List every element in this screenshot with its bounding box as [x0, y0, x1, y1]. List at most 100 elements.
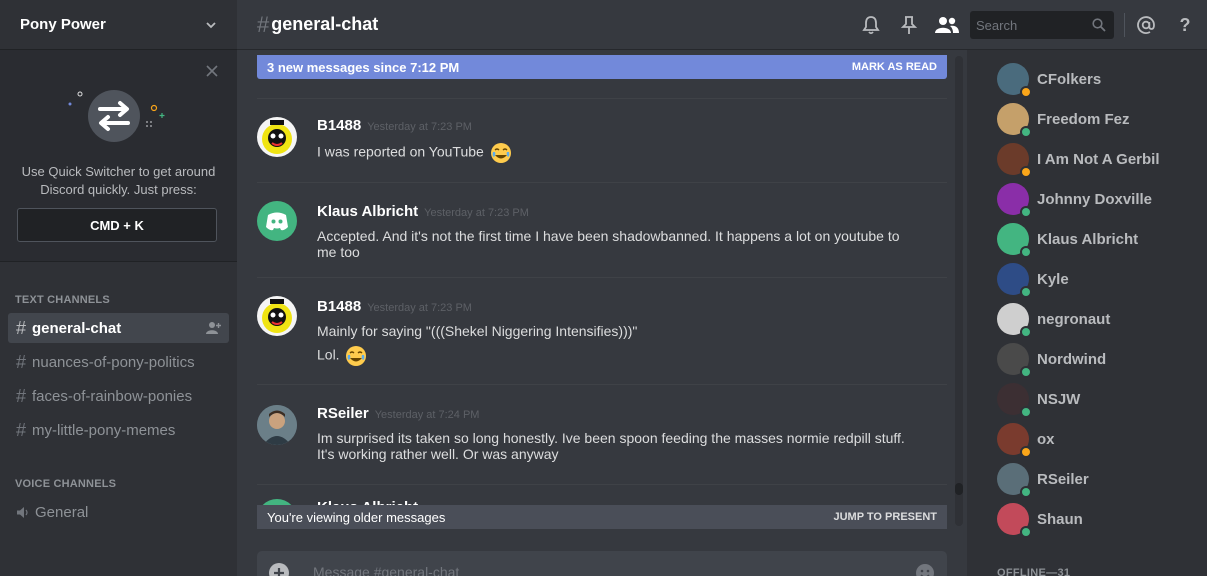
hash-icon: # — [16, 419, 27, 440]
voice-channels-category[interactable]: Voice Channels — [0, 478, 116, 490]
channel-faces-of-rainbow-ponies[interactable]: # faces-of-rainbow-ponies — [8, 381, 229, 411]
member-avatar — [997, 223, 1032, 258]
member-name: RSeiler — [1037, 470, 1089, 488]
member-avatar — [997, 383, 1032, 418]
member-name: Freedom Fez — [1037, 110, 1130, 128]
channel-my-little-pony-memes[interactable]: # my-little-pony-memes — [8, 415, 229, 445]
member-list: CFolkers Freedom Fez I Am Not A Gerbil John… — [967, 50, 1207, 576]
scrollbar-thumb[interactable] — [955, 483, 963, 495]
mark-as-read-button[interactable]: MARK AS READ — [852, 61, 937, 73]
message-timestamp: Yesterday at 7:24 PM — [374, 409, 480, 421]
channel-name: general-chat — [32, 319, 122, 337]
create-invite-icon[interactable] — [206, 321, 221, 335]
message-text: Im surprised its taken so long honestly.… — [317, 430, 905, 446]
member-item[interactable]: NSJW — [997, 379, 1197, 419]
member-item[interactable]: negronaut — [997, 299, 1197, 339]
online-status-icon — [1020, 286, 1032, 298]
messages-area: 3 new messages since 7:12 PM MARK AS REA… — [237, 0, 967, 576]
member-name: I Am Not A Gerbil — [1037, 150, 1160, 168]
message-author[interactable]: B1488 — [317, 298, 361, 315]
header-divider — [1124, 13, 1125, 37]
idle-status-icon — [1020, 86, 1032, 98]
message-input[interactable] — [313, 564, 893, 576]
message-author[interactable]: B1488 — [317, 117, 361, 134]
emoji-picker-icon[interactable] — [915, 563, 935, 576]
member-item[interactable]: Nordwind — [997, 339, 1197, 379]
member-name: Kyle — [1037, 270, 1069, 288]
channel-general-chat[interactable]: # general-chat — [8, 313, 229, 343]
member-item[interactable]: Kyle — [997, 259, 1197, 299]
message-timestamp: Yesterday at 7:23 PM — [424, 207, 529, 219]
hash-icon: # — [257, 11, 270, 37]
voice-channel-general[interactable]: General — [8, 497, 229, 527]
b1488-avatar-icon — [257, 117, 297, 157]
avatar[interactable] — [257, 201, 297, 241]
members-icon[interactable] — [934, 15, 960, 35]
idle-status-icon — [1020, 446, 1032, 458]
search-input[interactable] — [976, 17, 1086, 33]
member-avatar — [997, 263, 1032, 298]
online-status-icon — [1020, 126, 1032, 138]
offline-category: OFFLINE—31 — [997, 567, 1071, 576]
member-avatar — [997, 343, 1032, 378]
quick-switcher-shortcut-button[interactable]: CMD + K — [17, 208, 217, 242]
message: B1488 Yesterday at 7:23 PM Mainly for say… — [257, 277, 947, 384]
message-text: me too — [317, 244, 360, 260]
member-name: ox — [1037, 430, 1055, 448]
member-item[interactable]: I Am Not A Gerbil — [997, 139, 1197, 179]
message: RSeiler Yesterday at 7:24 PM Im surprised… — [257, 384, 947, 484]
new-messages-text: 3 new messages since 7:12 PM — [267, 59, 460, 75]
channel-name: my-little-pony-memes — [32, 421, 176, 439]
message-text: Lol. — [317, 346, 340, 363]
member-item[interactable]: Freedom Fez — [997, 99, 1197, 139]
message: B1488 Yesterday at 7:23 PM I was reported… — [257, 98, 947, 182]
message-timestamp: Yesterday at 7:23 PM — [367, 121, 472, 133]
member-item[interactable]: Klaus Albricht — [997, 219, 1197, 259]
channel-name: nuances-of-pony-politics — [32, 353, 195, 371]
server-header[interactable]: Pony Power — [0, 0, 237, 50]
message-author[interactable]: Klaus Albricht — [317, 203, 418, 220]
scrollbar-track[interactable] — [955, 56, 963, 526]
member-name: NSJW — [1037, 390, 1081, 408]
older-messages-bar[interactable]: You're viewing older messages JUMP TO PR… — [257, 505, 947, 529]
member-avatar — [997, 463, 1032, 498]
channel-nuances-of-pony-politics[interactable]: # nuances-of-pony-politics — [8, 347, 229, 377]
message-text: It's working rather well. Or was anyway — [317, 446, 559, 462]
avatar[interactable] — [257, 405, 297, 445]
member-name: Klaus Albricht — [1037, 230, 1139, 248]
pin-icon[interactable] — [899, 15, 919, 35]
message-composer — [257, 551, 947, 576]
chevron-down-icon — [206, 21, 216, 28]
jump-to-present-button[interactable]: JUMP TO PRESENT — [833, 511, 937, 523]
channel-sidebar: Pony Power Use Quick Switcher to get aro… — [0, 0, 237, 576]
older-messages-text: You're viewing older messages — [267, 509, 446, 525]
online-status-icon — [1020, 326, 1032, 338]
discord-logo-icon — [266, 212, 288, 231]
hash-icon: # — [16, 385, 27, 406]
close-icon[interactable] — [205, 64, 219, 78]
member-item[interactable]: CFolkers — [997, 59, 1197, 99]
help-icon[interactable]: ? — [1175, 15, 1195, 35]
new-messages-bar[interactable]: 3 new messages since 7:12 PM MARK AS REA… — [257, 55, 947, 79]
online-status-icon — [1020, 526, 1032, 538]
member-item[interactable]: Shaun — [997, 499, 1197, 539]
avatar[interactable] — [257, 117, 297, 157]
search-box[interactable] — [970, 11, 1114, 39]
member-name: Johnny Doxville — [1037, 190, 1153, 208]
quick-switcher-text: Use Quick Switcher to get around Discord… — [21, 164, 216, 197]
member-name: Nordwind — [1037, 350, 1107, 368]
upload-plus-icon[interactable] — [269, 563, 289, 576]
bell-icon[interactable] — [861, 15, 881, 35]
mention-icon[interactable] — [1136, 15, 1156, 35]
message-line: I was reported on YouTube — [317, 142, 937, 164]
member-item[interactable]: ox — [997, 419, 1197, 459]
member-item[interactable]: Johnny Doxville — [997, 179, 1197, 219]
member-avatar — [997, 303, 1032, 338]
member-item[interactable]: RSeiler — [997, 459, 1197, 499]
text-channels-category[interactable]: Text Channels — [0, 294, 110, 306]
avatar[interactable] — [257, 296, 297, 336]
member-avatar — [997, 143, 1032, 178]
member-avatar — [997, 103, 1032, 138]
message-author[interactable]: RSeiler — [317, 405, 369, 422]
search-icon — [1092, 18, 1106, 32]
